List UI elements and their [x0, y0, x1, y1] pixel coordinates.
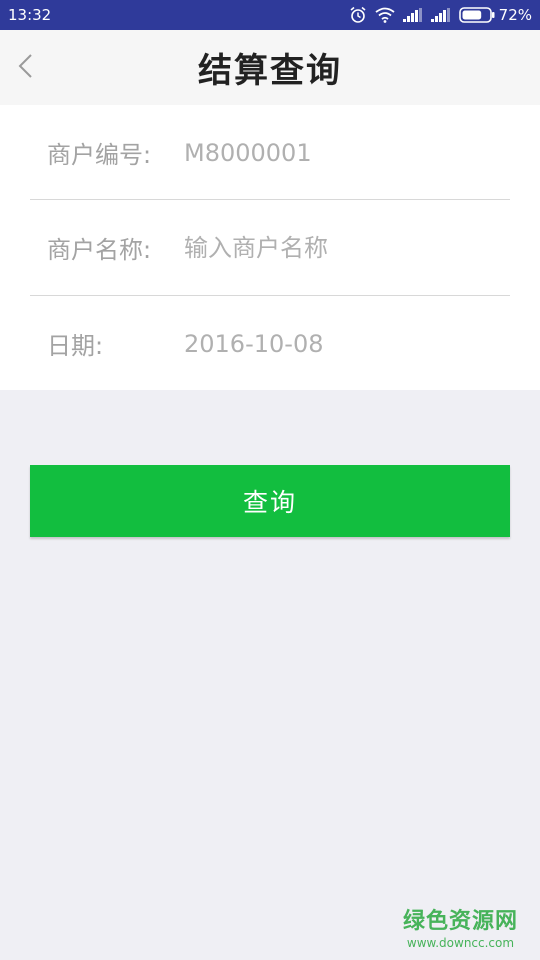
battery-icon: [458, 7, 495, 23]
merchant-name-input[interactable]: [184, 233, 504, 262]
status-bar: 13:32 72%: [0, 0, 540, 30]
merchant-name-label: 商户名称:: [47, 236, 152, 264]
signal-icon-1: [402, 8, 423, 22]
signal-icon-2: [430, 8, 451, 22]
date-row[interactable]: 日期: 2016-10-08: [0, 296, 540, 391]
merchant-name-row: 商户名称:: [0, 200, 540, 295]
wifi-icon: [375, 7, 395, 23]
date-label: 日期:: [47, 332, 104, 360]
merchant-id-row: 商户编号: M8000001: [0, 105, 540, 200]
status-time: 13:32: [8, 6, 52, 24]
date-value[interactable]: 2016-10-08: [184, 330, 323, 358]
battery-indicator: 72%: [458, 6, 532, 24]
back-button[interactable]: [8, 48, 42, 88]
merchant-id-value: M8000001: [184, 138, 312, 167]
battery-percentage: 72%: [498, 6, 532, 24]
merchant-id-label: 商户编号:: [47, 141, 152, 169]
query-form: 商户编号: M8000001 商户名称: 日期: 2016-10-08: [0, 105, 540, 390]
watermark-url: www.downcc.com: [406, 936, 515, 950]
alarm-icon: [349, 6, 367, 24]
page-title: 结算查询: [198, 51, 342, 91]
nav-bar: 结算查询: [0, 30, 540, 105]
chevron-left-icon: [17, 53, 33, 83]
query-button[interactable]: 查询: [30, 465, 510, 537]
watermark-title: 绿色资源网: [402, 909, 518, 934]
status-icons: 72%: [349, 6, 532, 24]
watermark: 绿色资源网 www.downcc.com: [403, 903, 518, 950]
